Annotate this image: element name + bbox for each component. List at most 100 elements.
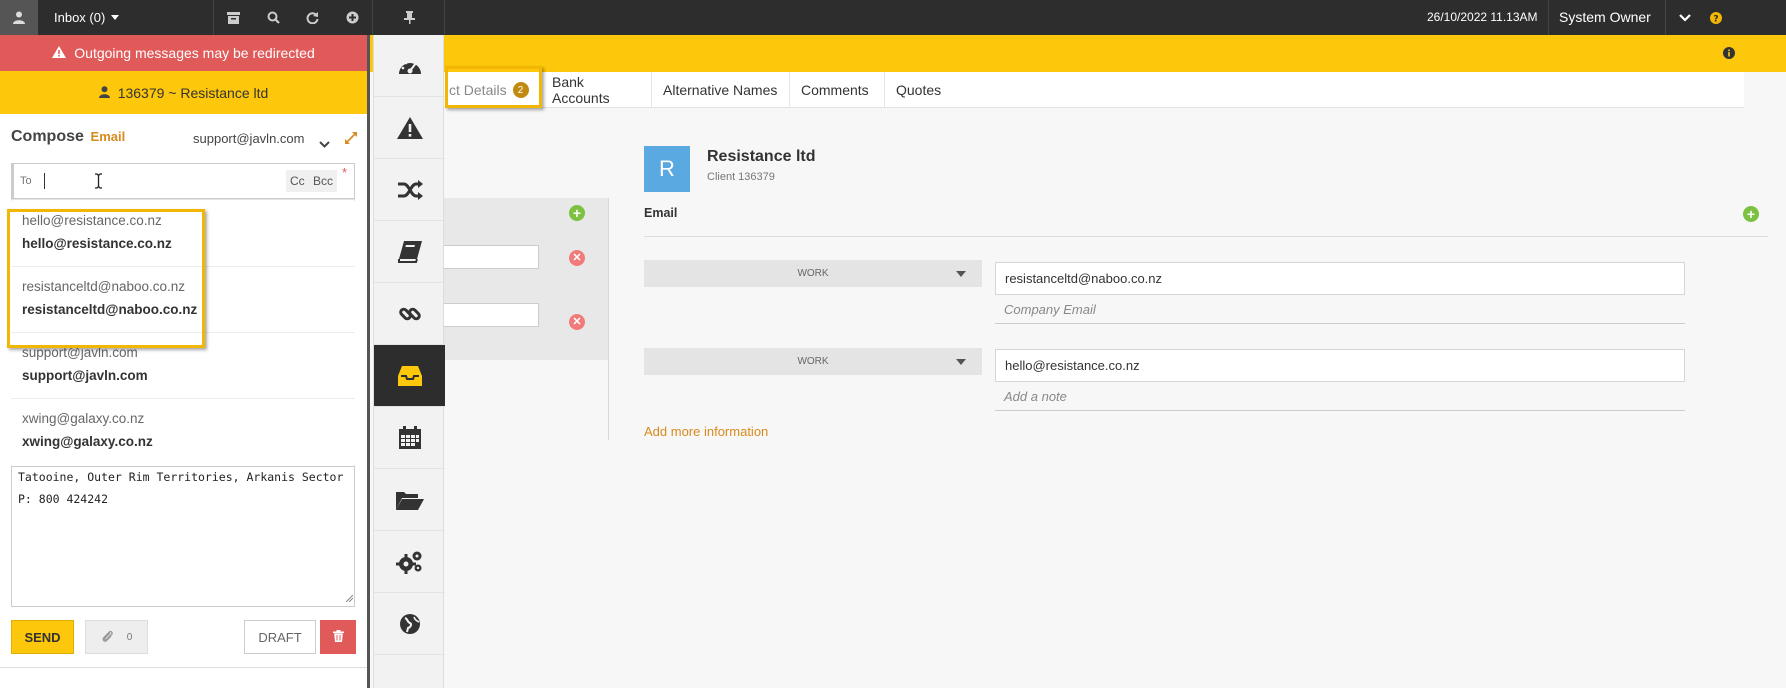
draft-button[interactable]: DRAFT (244, 620, 316, 654)
inbox-dropdown[interactable]: Inbox (0) (42, 0, 132, 35)
add-address-button[interactable]: + (569, 205, 585, 221)
book-icon[interactable] (374, 221, 445, 283)
tab-highlight (445, 66, 542, 108)
email-note-2[interactable]: Add a note (995, 383, 1685, 411)
contact-name: Resistance ltd (707, 148, 816, 165)
status-banner (370, 35, 1786, 72)
address-input-1[interactable] (444, 245, 539, 269)
add-more-information-link[interactable]: Add more information (644, 424, 768, 439)
remove-address-2-button[interactable]: ✕ (569, 314, 585, 330)
gears-icon[interactable] (374, 531, 445, 593)
required-mark: * (342, 165, 348, 180)
chevron-down-icon[interactable] (1666, 0, 1704, 35)
tab-bar: ct Details 2 Bank Accounts Alternative N… (444, 72, 1744, 108)
email-type-select-1[interactable]: WORK (644, 260, 982, 287)
svg-text:?: ? (1713, 14, 1718, 24)
calendar-icon[interactable] (374, 407, 445, 469)
i-beam-cursor (94, 173, 103, 192)
add-email-button[interactable]: + (1743, 206, 1759, 222)
chevron-down-icon[interactable] (319, 136, 330, 151)
suggestion-line2: support@javln.com (22, 368, 148, 383)
compose-title-text: Compose (11, 128, 84, 145)
caret-down-icon (956, 359, 966, 365)
to-field[interactable]: To Cc Bcc (11, 163, 355, 199)
inbox-icon[interactable] (374, 345, 445, 407)
expand-icon[interactable] (345, 132, 357, 147)
archive-icon[interactable] (214, 0, 252, 35)
email-field-2[interactable]: hello@resistance.co.nz (995, 349, 1685, 382)
address-panel: + ✕ ✕ (444, 198, 609, 360)
panel-divider (608, 198, 609, 440)
tab-label: Bank Accounts (552, 74, 610, 106)
compose-panel: Outgoing messages may be redirected 1363… (0, 35, 370, 688)
tab-label: Comments (801, 82, 869, 98)
paperclip-icon (101, 629, 113, 646)
send-button[interactable]: SEND (11, 620, 74, 654)
body-line: P: 800 424242 (18, 492, 109, 506)
email-type-label: WORK (797, 268, 829, 279)
resize-handle-icon[interactable] (345, 591, 354, 605)
dashboard-icon[interactable] (374, 35, 445, 97)
icon-rail (373, 35, 445, 688)
message-body[interactable]: Tatooine, Outer Rim Territories, Arkanis… (11, 466, 355, 607)
panel-bottom-divider (0, 667, 367, 668)
client-name: 136379 ~ Resistance ltd (117, 84, 269, 101)
info-icon[interactable] (1723, 47, 1735, 62)
body-line: Tatooine, Outer Rim Territories, Arkanis… (18, 470, 344, 484)
from-select[interactable]: support@javln.com (193, 131, 304, 146)
tab-label: Alternative Names (663, 82, 778, 98)
user-icon[interactable] (0, 0, 38, 35)
suggestion-highlight (7, 209, 205, 348)
shuffle-icon[interactable] (374, 159, 445, 221)
email-section-label: Email (644, 206, 678, 220)
pin-icon[interactable] (390, 0, 428, 35)
datetime: 26/10/2022 11.13AM (1427, 10, 1538, 24)
redirect-warning: Outgoing messages may be redirected (0, 35, 367, 71)
link-icon[interactable] (374, 283, 445, 345)
suggestion-item[interactable]: xwing@galaxy.co.nz xwing@galaxy.co.nz (11, 399, 355, 465)
contact-subtitle: Client 136379 (707, 171, 775, 183)
caret-down-icon (956, 271, 966, 277)
user-name[interactable]: System Owner (1559, 9, 1651, 25)
refresh-icon[interactable] (293, 0, 331, 35)
email-type-select-2[interactable]: WORK (644, 348, 982, 375)
inbox-label: Inbox (0) (54, 10, 106, 25)
bcc-button[interactable]: Bcc (309, 170, 338, 192)
avatar: R (644, 146, 690, 192)
globe-icon[interactable] (374, 593, 445, 655)
tab-comments[interactable]: Comments (790, 72, 885, 108)
address-input-2[interactable] (444, 303, 539, 327)
attach-count: 0 (126, 631, 133, 643)
compose-subtitle: Email (90, 129, 126, 144)
add-circle-icon[interactable] (333, 0, 371, 35)
tab-bank-accounts[interactable]: Bank Accounts (541, 72, 652, 108)
suggestion-line1: xwing@galaxy.co.nz (22, 411, 145, 426)
help-icon[interactable]: ? (1700, 0, 1732, 35)
tab-alternative-names[interactable]: Alternative Names (652, 72, 790, 108)
warning-text: Outgoing messages may be redirected (74, 45, 315, 61)
search-icon[interactable] (254, 0, 292, 35)
user-icon (98, 85, 110, 101)
compose-title: Compose Email (11, 128, 125, 146)
email-field-1[interactable]: resistanceltd@naboo.co.nz (995, 262, 1685, 295)
caret-down-icon (111, 15, 120, 20)
trash-icon (332, 629, 344, 645)
text-cursor (44, 173, 45, 189)
delete-button[interactable] (320, 620, 356, 654)
client-bar[interactable]: 136379 ~ Resistance ltd (0, 71, 367, 114)
remove-address-1-button[interactable]: ✕ (569, 250, 585, 266)
email-type-label: WORK (797, 356, 829, 367)
warning-icon[interactable] (374, 97, 445, 159)
tab-label: Quotes (896, 82, 942, 98)
tab-quotes[interactable]: Quotes (885, 72, 956, 108)
cc-button[interactable]: Cc (286, 170, 309, 192)
section-divider (644, 236, 1768, 237)
folder-open-icon[interactable] (374, 469, 445, 531)
suggestion-line2: xwing@galaxy.co.nz (22, 434, 153, 449)
email-note-1[interactable]: Company Email (995, 296, 1685, 324)
warning-icon (52, 45, 67, 61)
to-label: To (20, 175, 32, 187)
from-address: support@javln.com (193, 131, 305, 146)
top-bar: Inbox (0) 26/10/2022 11.13AM System Owne… (0, 0, 1786, 35)
attach-button[interactable]: 0 (85, 620, 148, 654)
